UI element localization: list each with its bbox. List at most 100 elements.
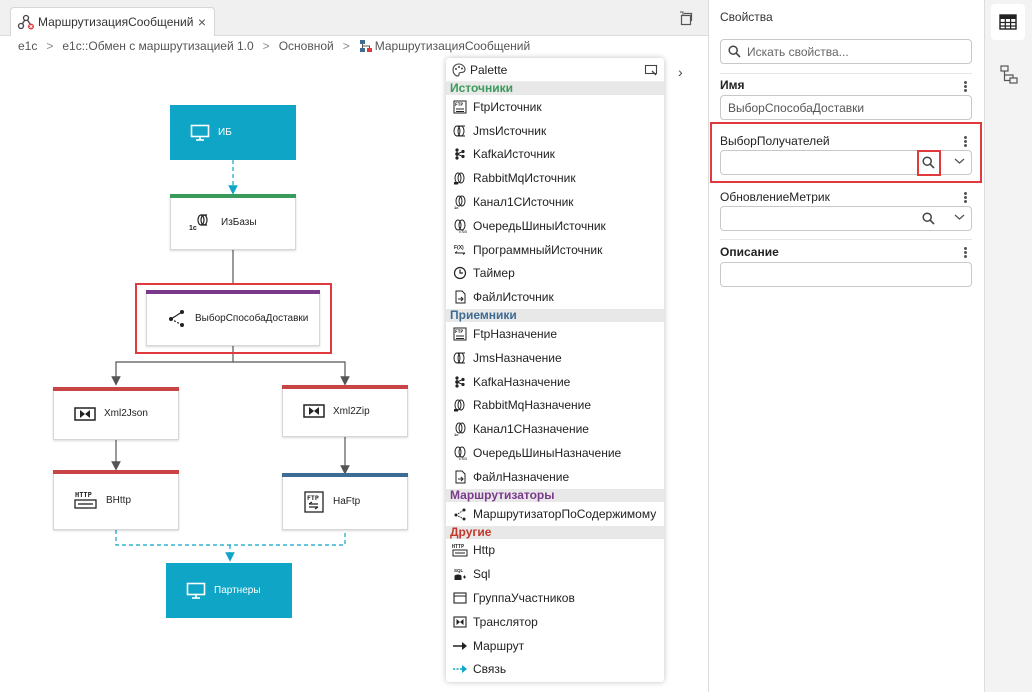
monitor-icon (190, 124, 210, 142)
palette-item-label: ФайлНазначение (473, 469, 570, 484)
palette-item[interactable]: 1c Канал1СНазначение (446, 417, 664, 441)
palette-item-label: KafkaНазначение (473, 374, 571, 389)
node-label: ИБ (218, 127, 232, 138)
node-vybor[interactable]: ВыборСпособаДоставки (146, 290, 320, 346)
search-placeholder: Искать свойства... (747, 44, 849, 59)
breadcrumb-separator: > (342, 39, 350, 53)
link-vhttp-partnery (115, 530, 346, 546)
palette-item[interactable]: F(X) ПрограммныйИсточник (446, 238, 664, 262)
palette-item[interactable]: HTTP Http (446, 539, 664, 563)
palette-item[interactable]: ФайлНазначение (446, 465, 664, 489)
jms-icon (452, 123, 468, 139)
palette-item-label: Канал1СИсточник (473, 195, 574, 210)
palette-item[interactable]: Маршрут (446, 634, 664, 658)
router-icon (167, 308, 187, 328)
svg-text:1c: 1c (454, 205, 459, 209)
more-vertical-icon[interactable] (961, 246, 969, 260)
palette-item-label: ПрограммныйИсточник (473, 242, 603, 257)
svg-text:1c: 1c (454, 432, 459, 436)
file-icon (452, 469, 468, 485)
divider (720, 239, 972, 240)
bus-queue-icon: ESB (452, 218, 468, 234)
node-label: Xml2Json (104, 408, 148, 419)
bus-queue-icon: ESB (452, 445, 468, 461)
chevron-down-icon[interactable] (954, 157, 965, 165)
palette-item[interactable]: ESB ОчередьШиныИсточник (446, 214, 664, 238)
close-icon[interactable]: × (198, 14, 206, 30)
palette-item[interactable]: 1c Канал1СИсточник (446, 190, 664, 214)
palette-item[interactable]: FTP FtpНазначение (446, 322, 664, 346)
palette-item[interactable]: FTP FtpИсточник (446, 95, 664, 119)
metrics-label: ОбновлениеМетрик (720, 190, 830, 204)
palette-item-label: JmsНазначение (473, 350, 562, 365)
routing-diagram-icon (359, 39, 373, 53)
palette-item-label: ФайлИсточник (473, 290, 554, 305)
node-label: Партнеры (214, 585, 261, 596)
palette-item-label: RabbitMqНазначение (473, 398, 592, 413)
palette-item[interactable]: KafkaНазначение (446, 370, 664, 394)
link-arrow-icon (452, 661, 468, 677)
palette-item[interactable]: Связь (446, 658, 664, 682)
node-xml2json[interactable]: Xml2Json (53, 387, 179, 440)
http-icon: HTTP (74, 490, 98, 510)
node-naftp[interactable]: FTP НаFtp (282, 473, 408, 530)
node-partnery[interactable]: Партнеры (166, 563, 292, 618)
channel-1c-icon: 1c (452, 194, 468, 210)
ftp-icon: FTP (303, 490, 325, 513)
palette-item[interactable]: JmsИсточник (446, 119, 664, 143)
palette-item[interactable]: SQL Sql (446, 562, 664, 586)
svg-text:F(X): F(X) (454, 245, 464, 251)
palette-item[interactable]: RabbitMqИсточник (446, 166, 664, 190)
chevron-right-icon[interactable]: › (678, 64, 683, 80)
breadcrumb-item-exchange[interactable]: e1c::Обмен с маршрутизацией 1.0 (62, 39, 253, 53)
dest-stripe (282, 473, 408, 477)
chevron-down-icon[interactable] (954, 213, 965, 221)
palette-item[interactable]: ESB ОчередьШиныНазначение (446, 441, 664, 465)
palette-item[interactable]: Таймер (446, 262, 664, 286)
routing-structure-icon[interactable] (999, 64, 1019, 86)
palette-item[interactable]: RabbitMqНазначение (446, 394, 664, 418)
search-icon[interactable] (922, 212, 935, 225)
node-label: ВHttp (106, 494, 132, 506)
node-ib[interactable]: ИБ (170, 105, 296, 160)
pin-icon[interactable] (644, 63, 658, 77)
svg-text:ESB: ESB (459, 456, 467, 460)
svg-text:FTP: FTP (455, 329, 463, 335)
more-vertical-icon[interactable] (961, 135, 969, 149)
node-izbazy[interactable]: 1c ИзБазы (170, 194, 296, 250)
tab-message-routing[interactable]: МаршрутизацияСообщений × (10, 7, 215, 36)
node-xml2zip[interactable]: Xml2Zip (282, 385, 408, 437)
more-vertical-icon[interactable] (961, 191, 969, 205)
node-vhttp[interactable]: HTTP ВHttp (53, 470, 179, 530)
breadcrumb-item-main[interactable]: Основной (279, 39, 334, 53)
palette-item-label: ОчередьШиныНазначение (473, 446, 622, 461)
monitor-icon (186, 582, 206, 600)
program-icon: F(X) (452, 242, 468, 258)
node-label: НаFtp (333, 496, 361, 507)
palette-item-label: RabbitMqИсточник (473, 171, 576, 186)
palette-category: Источники (446, 82, 664, 95)
palette-item[interactable]: Транслятор (446, 610, 664, 634)
description-field[interactable] (720, 262, 972, 287)
more-vertical-icon[interactable] (961, 80, 969, 94)
properties-table-button[interactable] (991, 4, 1025, 40)
breadcrumb-item-routing[interactable]: МаршрутизацияСообщений (375, 39, 530, 53)
name-field[interactable]: ВыборСпособаДоставки (720, 95, 972, 120)
node-label: ВыборСпособаДоставки (195, 312, 309, 324)
properties-panel: Свойства Искать свойства... Имя ВыборСпо… (708, 0, 984, 692)
restore-window-icon[interactable] (678, 11, 694, 27)
properties-search-input[interactable]: Искать свойства... (720, 39, 972, 64)
breadcrumb-item-e1c[interactable]: e1c (18, 39, 37, 53)
search-icon[interactable] (922, 156, 935, 169)
rabbitmq-icon (452, 170, 468, 186)
breadcrumb: e1c > e1c::Обмен с маршрутизацией 1.0 > … (18, 38, 530, 54)
route-arrow-icon (452, 638, 468, 654)
palette-item[interactable]: KafkaИсточник (446, 143, 664, 167)
route-vybor-split (111, 346, 234, 386)
palette-item-label: Таймер (473, 266, 515, 281)
palette-item[interactable]: JmsНазначение (446, 346, 664, 370)
palette-item[interactable]: ФайлИсточник (446, 285, 664, 309)
palette-item[interactable]: ГруппаУчастников (446, 586, 664, 610)
palette-item-label: Транслятор (473, 614, 538, 629)
palette-item[interactable]: МаршрутизаторПоСодержимому (446, 502, 664, 526)
